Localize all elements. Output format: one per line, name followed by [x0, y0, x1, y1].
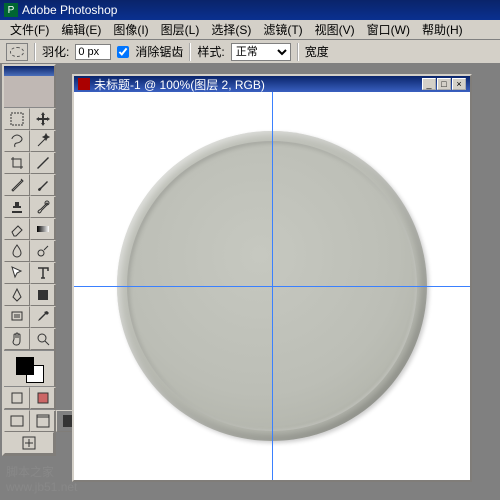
style-select[interactable]: 正常	[231, 43, 291, 61]
menu-window[interactable]: 窗口(W)	[361, 19, 416, 40]
hand-tool[interactable]	[4, 328, 30, 350]
app-title: Adobe Photoshop	[22, 3, 117, 17]
menu-view[interactable]: 视图(V)	[309, 19, 361, 40]
watermark: 脚本之家 www.jb51.net	[6, 465, 77, 494]
menu-edit[interactable]: 编辑(E)	[55, 19, 107, 40]
pen-tool[interactable]	[4, 284, 30, 306]
brush-tool[interactable]	[30, 174, 56, 196]
menu-select[interactable]: 选择(S)	[205, 19, 257, 40]
foreground-swatch[interactable]	[16, 357, 34, 375]
slice-tool[interactable]	[30, 152, 56, 174]
guide-horizontal[interactable]	[74, 286, 470, 287]
screen-fullmenu[interactable]	[30, 410, 56, 432]
feather-input[interactable]	[75, 44, 111, 60]
rect-marquee-tool[interactable]	[4, 108, 30, 130]
toolbox-preview	[4, 76, 54, 108]
crop-tool[interactable]	[4, 152, 30, 174]
notes-tool[interactable]	[4, 306, 30, 328]
options-bar: 羽化: 消除锯齿 样式: 正常 宽度	[0, 40, 500, 64]
dodge-tool[interactable]	[30, 240, 56, 262]
gradient-tool[interactable]	[30, 218, 56, 240]
document-title: 未标题-1 @ 100%(图层 2, RGB)	[94, 76, 265, 93]
screen-standard[interactable]	[4, 410, 30, 432]
style-label: 样式:	[197, 43, 224, 60]
move-tool[interactable]	[30, 108, 56, 130]
canvas[interactable]	[74, 92, 470, 480]
menu-image[interactable]: 图像(I)	[107, 19, 154, 40]
menu-file[interactable]: 文件(F)	[4, 19, 55, 40]
eraser-tool[interactable]	[4, 218, 30, 240]
zoom-tool[interactable]	[30, 328, 56, 350]
color-swatches	[4, 350, 54, 386]
marquee-shape-icon[interactable]	[6, 43, 28, 61]
tools-grid	[4, 108, 54, 350]
toolbox-titlebar[interactable]	[4, 66, 54, 76]
quickmask-mode[interactable]	[30, 387, 56, 409]
document-icon	[78, 78, 90, 90]
watermark-line-1: 脚本之家	[6, 465, 77, 479]
maximize-button[interactable]: □	[437, 78, 451, 90]
history-brush-tool[interactable]	[30, 196, 56, 218]
healing-tool[interactable]	[4, 174, 30, 196]
separator	[297, 43, 299, 61]
shape-tool[interactable]	[30, 284, 56, 306]
menu-layer[interactable]: 图层(L)	[155, 19, 206, 40]
document-window: 未标题-1 @ 100%(图层 2, RGB) _ □ ×	[72, 74, 472, 482]
mode-row	[4, 386, 54, 409]
standard-mode[interactable]	[4, 387, 30, 409]
toolbox	[2, 64, 56, 456]
minimize-button[interactable]: _	[422, 78, 436, 90]
app-titlebar: P Adobe Photoshop	[0, 0, 500, 20]
type-tool[interactable]	[30, 262, 56, 284]
eyedropper-tool[interactable]	[30, 306, 56, 328]
lasso-tool[interactable]	[4, 130, 30, 152]
antialias-checkbox[interactable]	[117, 46, 129, 58]
app-icon: P	[4, 3, 18, 17]
antialias-label: 消除锯齿	[135, 43, 183, 60]
separator	[34, 43, 36, 61]
document-titlebar[interactable]: 未标题-1 @ 100%(图层 2, RGB) _ □ ×	[74, 76, 470, 92]
width-label: 宽度	[305, 43, 329, 60]
path-select-tool[interactable]	[4, 262, 30, 284]
close-button[interactable]: ×	[452, 78, 466, 90]
menu-filter[interactable]: 滤镜(T)	[257, 19, 308, 40]
magic-wand-tool[interactable]	[30, 130, 56, 152]
watermark-line-2: www.jb51.net	[6, 480, 77, 494]
jump-to-imageready[interactable]	[4, 432, 54, 454]
screen-row	[4, 409, 54, 432]
blur-tool[interactable]	[4, 240, 30, 262]
feather-label: 羽化:	[42, 43, 69, 60]
menubar: 文件(F) 编辑(E) 图像(I) 图层(L) 选择(S) 滤镜(T) 视图(V…	[0, 20, 500, 40]
separator	[189, 43, 191, 61]
menu-help[interactable]: 帮助(H)	[416, 19, 469, 40]
stamp-tool[interactable]	[4, 196, 30, 218]
window-buttons: _ □ ×	[422, 78, 466, 90]
